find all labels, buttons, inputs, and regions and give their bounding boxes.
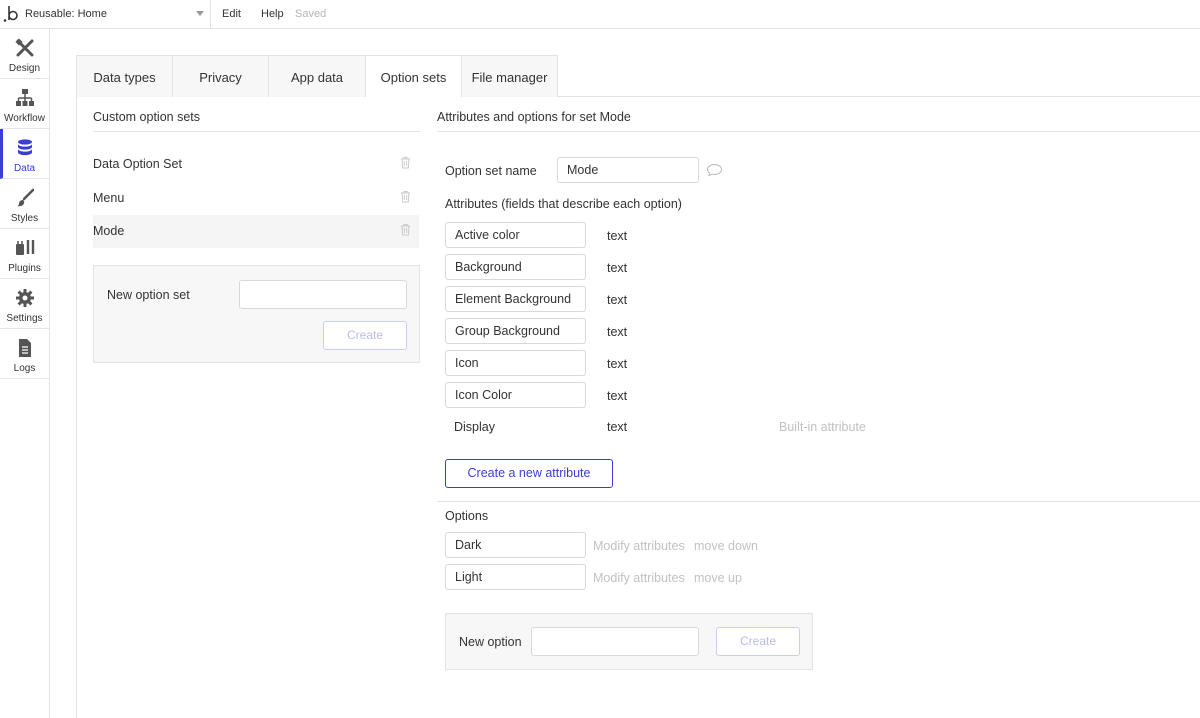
list-item[interactable]: Mode (93, 215, 419, 248)
attribute-name-field[interactable]: Group Background (445, 318, 586, 344)
option-set-name-label: Option set name (445, 164, 537, 178)
trash-icon[interactable] (400, 190, 411, 203)
attribute-type: text (607, 229, 628, 243)
sidebar-item-design[interactable]: Design (0, 29, 49, 79)
new-option-input[interactable] (531, 627, 699, 656)
attribute-name-field[interactable]: Element Background (445, 286, 586, 312)
divider (76, 96, 77, 718)
sidebar-item-label: Workflow (4, 113, 45, 124)
attribute-type: text (607, 420, 628, 434)
new-option-set-input[interactable] (239, 280, 407, 309)
sidebar-item-styles[interactable]: Styles (0, 179, 49, 229)
sidebar-item-plugins[interactable]: Plugins (0, 229, 49, 279)
trash-icon[interactable] (400, 156, 411, 169)
attribute-name-field[interactable]: Background (445, 254, 586, 280)
sidebar-item-label: Styles (10, 213, 39, 224)
list-item[interactable]: Data Option Set (93, 148, 419, 181)
sidebar-item-label: Data (13, 163, 36, 174)
option-set-name: Menu (93, 191, 125, 205)
divider (557, 96, 1200, 97)
list-item[interactable]: Menu (93, 182, 419, 215)
tab-option-sets[interactable]: Option sets (365, 55, 462, 97)
database-icon (18, 139, 32, 156)
create-attribute-button[interactable]: Create a new attribute (445, 459, 613, 488)
option-set-name-input[interactable] (557, 157, 699, 183)
move-up-link[interactable]: move up (694, 571, 742, 585)
attribute-name-builtin: Display (454, 420, 495, 434)
option-set-name: Data Option Set (93, 157, 182, 171)
sidebar-item-label: Plugins (8, 263, 41, 274)
sidebar-item-label: Design (8, 63, 41, 74)
bubble-logo-icon[interactable] (3, 4, 19, 24)
design-icon (15, 38, 34, 57)
new-option-panel: New option Create (445, 613, 813, 670)
divider (210, 0, 211, 29)
sidebar-item-logs[interactable]: Logs (0, 329, 49, 379)
move-down-link[interactable]: move down (694, 539, 758, 553)
options-heading: Options (445, 509, 489, 523)
attribute-type: text (607, 325, 628, 339)
top-bar: Reusable: Home Edit Help Saved (0, 0, 1200, 29)
tab-app-data[interactable]: App data (268, 55, 366, 97)
save-status: Saved (295, 8, 327, 20)
section-title: Custom option sets (93, 110, 200, 124)
trash-icon[interactable] (400, 223, 411, 236)
create-option-button[interactable]: Create (716, 627, 800, 656)
tab-data-types[interactable]: Data types (76, 55, 173, 97)
modify-attributes-link[interactable]: Modify attributes (593, 571, 685, 585)
sidebar-item-label: Logs (13, 363, 36, 374)
attribute-type: text (607, 357, 628, 371)
brush-icon (17, 188, 35, 207)
document-icon (19, 339, 31, 357)
new-option-label: New option (459, 635, 522, 649)
builtin-attribute-note: Built-in attribute (779, 420, 866, 434)
attributes-heading: Attributes (fields that describe each op… (445, 197, 682, 211)
tab-privacy[interactable]: Privacy (172, 55, 269, 97)
page-selector[interactable]: Reusable: Home (25, 8, 107, 20)
new-option-set-label: New option set (107, 288, 190, 302)
tab-file-manager[interactable]: File manager (461, 55, 558, 97)
left-sidebar: Design Workflow Data Styles Plugins Sett… (0, 29, 50, 718)
workflow-icon (16, 89, 34, 106)
attribute-type: text (607, 293, 628, 307)
menu-help[interactable]: Help (261, 8, 284, 20)
attribute-name-field[interactable]: Icon Color (445, 382, 586, 408)
chevron-down-icon[interactable] (196, 11, 204, 16)
attribute-name-field[interactable]: Icon (445, 350, 586, 376)
modify-attributes-link[interactable]: Modify attributes (593, 539, 685, 553)
sidebar-item-label: Settings (6, 313, 43, 324)
sidebar-item-settings[interactable]: Settings (0, 279, 49, 329)
option-name-field[interactable]: Light (445, 564, 586, 590)
attribute-type: text (607, 389, 628, 403)
menu-edit[interactable]: Edit (222, 8, 241, 20)
sidebar-item-data[interactable]: Data (0, 129, 49, 179)
attribute-name-field[interactable]: Active color (445, 222, 586, 248)
divider (93, 131, 420, 132)
plug-icon (16, 240, 35, 255)
option-name-field[interactable]: Dark (445, 532, 586, 558)
detail-title: Attributes and options for set Mode (437, 110, 631, 124)
option-set-name: Mode (93, 224, 125, 238)
create-option-set-button[interactable]: Create (323, 321, 407, 350)
gear-icon (16, 289, 34, 307)
new-option-set-panel: New option set Create (93, 265, 420, 363)
comment-icon[interactable] (706, 163, 723, 177)
attribute-type: text (607, 261, 628, 275)
divider (437, 131, 1200, 132)
sidebar-item-workflow[interactable]: Workflow (0, 79, 49, 129)
divider (437, 501, 1200, 502)
